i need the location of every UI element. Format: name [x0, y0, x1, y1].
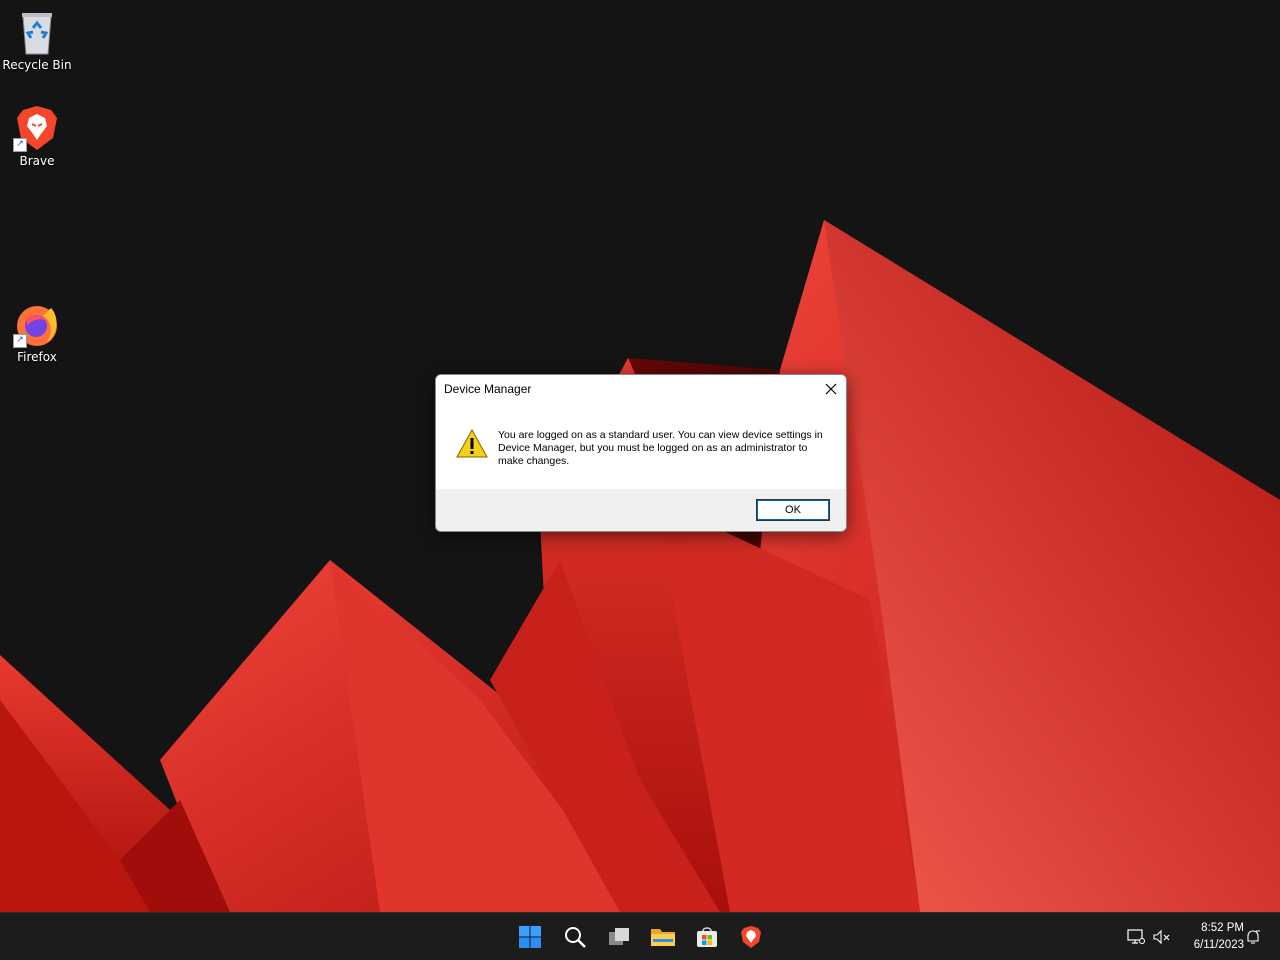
store-icon [697, 927, 717, 947]
dialog-footer: OK [436, 489, 846, 531]
desktop-icon-label: Recycle Bin [2, 58, 72, 72]
network-icon [1127, 929, 1145, 944]
desktop-icon-recycle-bin[interactable]: Recycle Bin [0, 8, 74, 72]
desktop-icon-label: Brave [19, 154, 55, 168]
file-explorer-button[interactable] [645, 919, 681, 955]
dialog-body: You are logged on as a standard user. Yo… [436, 405, 846, 489]
shortcut-arrow-icon: ↗ [13, 334, 27, 348]
shortcut-arrow-icon: ↗ [13, 138, 27, 152]
device-manager-dialog: Device Manager You are logged on as a st… [435, 374, 847, 532]
microsoft-store-button[interactable] [689, 919, 725, 955]
desktop-icon-brave[interactable]: ↗ Brave [0, 104, 74, 168]
task-view-icon [609, 928, 629, 945]
search-icon [565, 927, 586, 948]
clock-time: 8:52 PM [1201, 922, 1244, 934]
close-icon [825, 383, 837, 395]
folder-icon [651, 929, 675, 946]
clock[interactable]: 8:52 PM 6/11/2023 [1178, 919, 1244, 955]
ok-button[interactable]: OK [756, 499, 830, 521]
task-view-button[interactable] [601, 919, 637, 955]
desktop: Recycle Bin ↗ Brave ↗ Firefox Device Man… [0, 0, 1280, 912]
notification-button[interactable] [1243, 927, 1263, 947]
desktop-icon-label: Firefox [17, 350, 57, 364]
start-button[interactable] [512, 919, 548, 955]
brave-icon [741, 926, 761, 948]
firefox-icon: ↗ [13, 300, 61, 348]
network-tray-button[interactable] [1126, 927, 1146, 947]
warning-icon [456, 429, 488, 458]
brave-taskbar-button[interactable] [733, 919, 769, 955]
brave-icon: ↗ [13, 104, 61, 152]
dialog-titlebar[interactable]: Device Manager [436, 375, 846, 405]
taskbar: 8:52 PM 6/11/2023 [0, 912, 1280, 960]
volume-tray-button[interactable] [1152, 927, 1172, 947]
close-button[interactable] [816, 375, 846, 403]
notification-icon [1247, 930, 1260, 944]
search-button[interactable] [557, 919, 593, 955]
windows-start-icon [519, 926, 541, 948]
dialog-title: Device Manager [444, 382, 532, 396]
dialog-message: You are logged on as a standard user. Yo… [498, 429, 823, 467]
desktop-icon-firefox[interactable]: ↗ Firefox [0, 300, 74, 364]
recycle-bin-icon [13, 8, 61, 56]
volume-muted-icon [1153, 929, 1170, 945]
clock-date: 6/11/2023 [1193, 939, 1244, 951]
